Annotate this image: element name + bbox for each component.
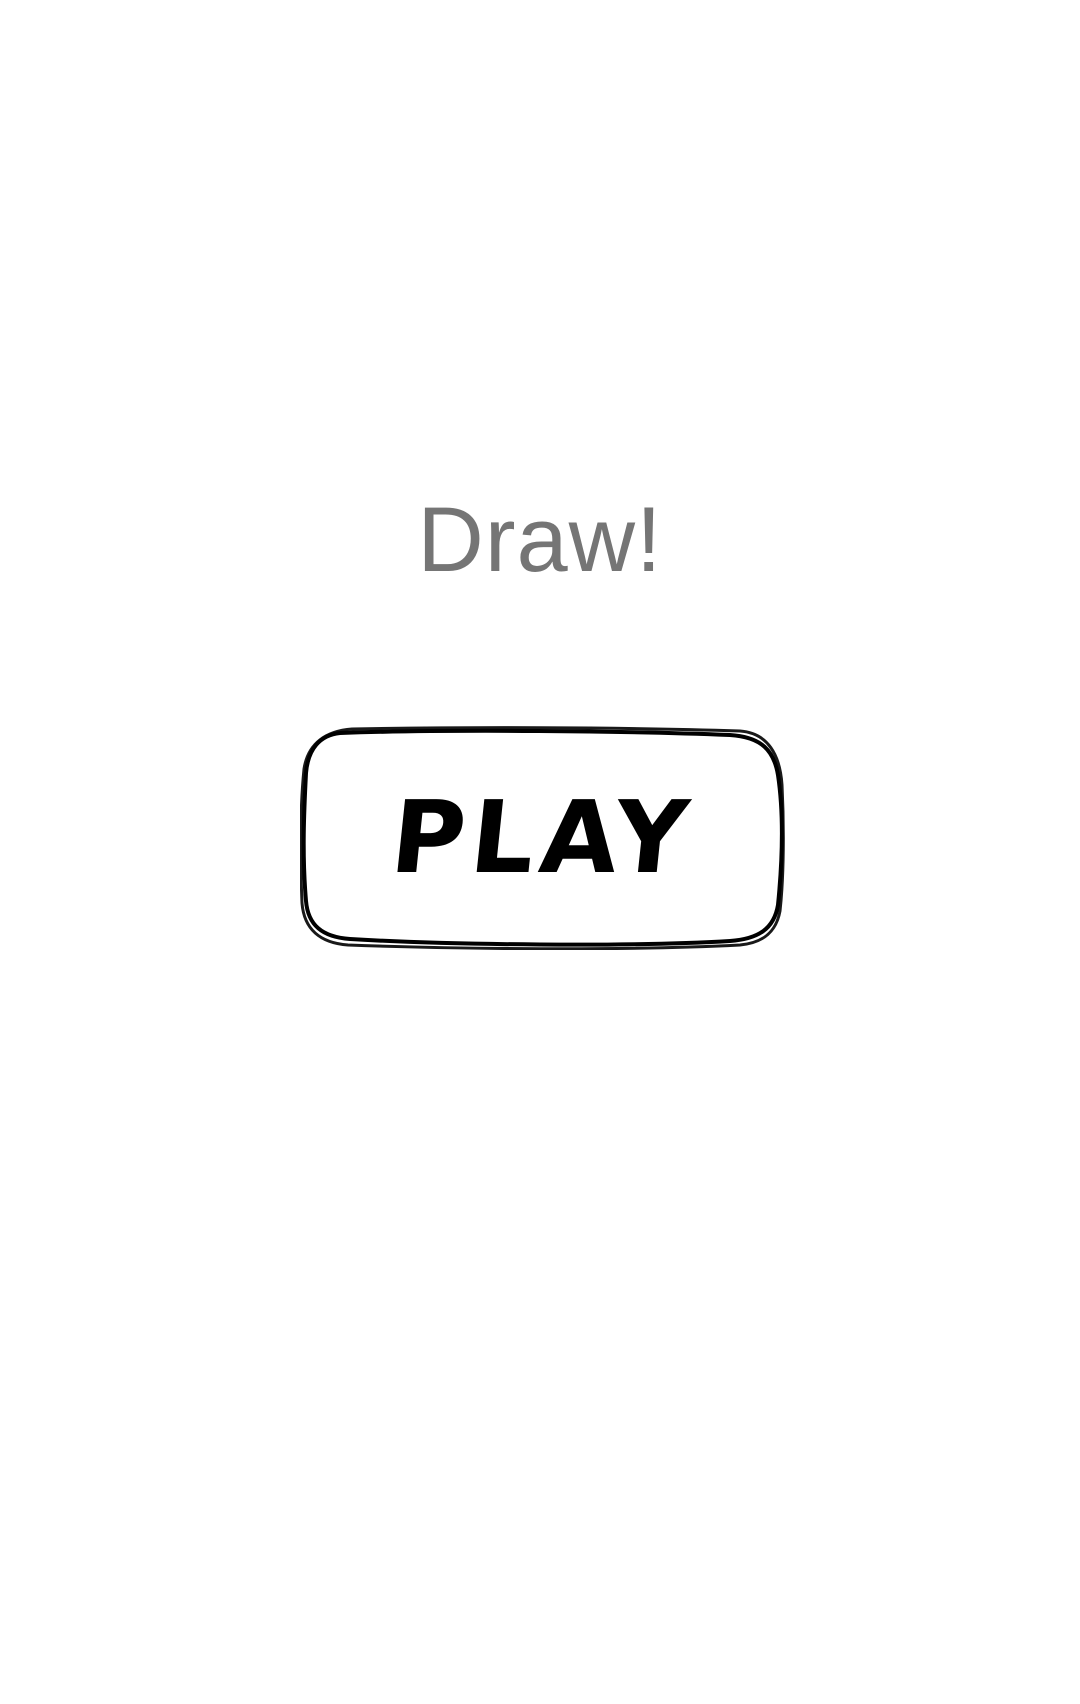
main-screen: Draw! PLAY xyxy=(0,0,1080,1704)
play-button[interactable]: PLAY xyxy=(300,725,785,950)
sketch-border xyxy=(300,726,785,950)
app-title: Draw! xyxy=(417,489,663,591)
